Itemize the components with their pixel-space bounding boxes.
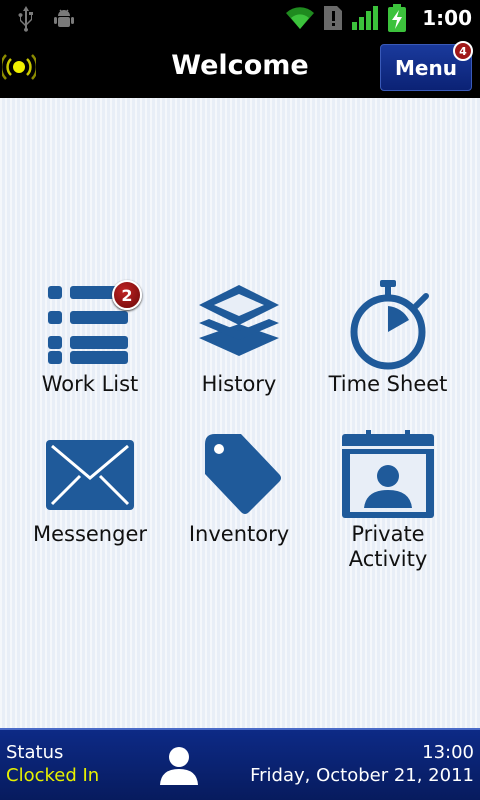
sim-alert-icon (324, 6, 343, 30)
status-footer: Status Clocked In 13:00 Friday, October … (0, 728, 480, 800)
tile-messenger[interactable]: Messenger (15, 430, 165, 547)
usb-icon (18, 6, 33, 32)
title-bar: Welcome Menu 4 (0, 38, 480, 99)
clock: 1:00 (422, 6, 472, 30)
status-label: Status (6, 742, 64, 763)
tile-label: History (201, 372, 277, 396)
footer-time: 13:00 (422, 742, 474, 763)
tile-private-activity[interactable]: Private Activity (313, 430, 463, 572)
menu-notification-badge: 4 (453, 41, 473, 61)
layers-icon (199, 285, 279, 356)
tile-label: Private Activity (348, 522, 428, 571)
cell-signal-icon (352, 6, 379, 30)
menu-button-label: Menu (395, 55, 457, 80)
tile-label: Work List (41, 372, 139, 396)
menu-button[interactable]: Menu 4 (380, 41, 473, 91)
status-bar: 1:00 (0, 0, 480, 38)
envelope-icon (46, 440, 134, 510)
android-debug-icon (54, 9, 74, 27)
wifi-icon (286, 7, 315, 29)
stopwatch-icon (350, 280, 429, 370)
tile-history[interactable]: History (164, 280, 314, 397)
footer-date: Friday, October 21, 2011 (250, 765, 474, 786)
tile-inventory[interactable]: Inventory (164, 430, 314, 547)
work-list-badge: 2 (112, 280, 142, 310)
user-profile-icon[interactable] (158, 745, 200, 785)
tile-label: Time Sheet (328, 372, 448, 396)
main-dashboard: 2 Work List History Time Sheet Messenger… (0, 98, 480, 728)
tile-time-sheet[interactable]: Time Sheet (313, 280, 463, 397)
tile-work-list[interactable]: 2 Work List (15, 280, 165, 397)
battery-charging-icon (388, 4, 407, 32)
tile-label: Messenger (32, 522, 148, 546)
status-value: Clocked In (6, 765, 100, 786)
calendar-person-icon (342, 430, 434, 518)
tile-label: Inventory (188, 522, 290, 546)
tag-icon (205, 434, 281, 514)
